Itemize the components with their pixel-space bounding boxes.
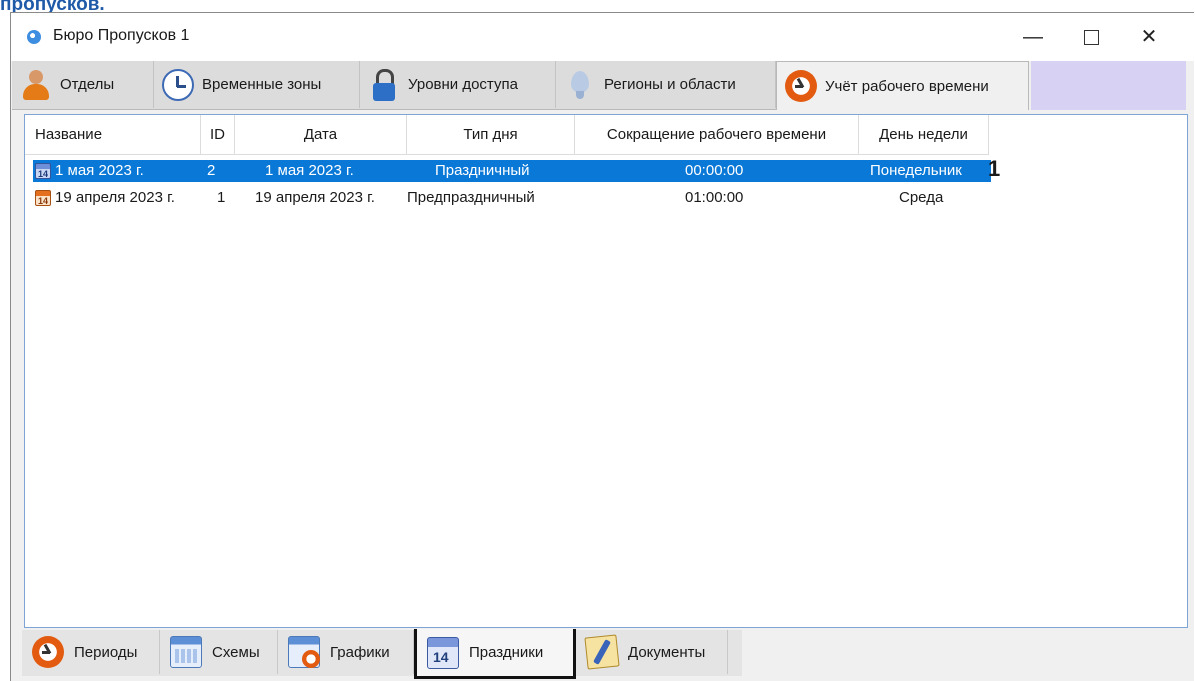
tab-label: Отделы	[60, 76, 115, 93]
tab-label: Праздники	[469, 644, 544, 661]
app-logo-icon	[27, 30, 41, 44]
cell-reduction: 00:00:00	[685, 162, 744, 179]
column-header-id[interactable]: ID	[201, 115, 235, 155]
window-title: Бюро Пропусков 1	[53, 27, 190, 44]
maximize-icon	[1083, 30, 1099, 46]
column-header-name[interactable]: Название	[25, 115, 201, 155]
person-icon	[20, 69, 52, 101]
tab-time-zones[interactable]: Временные зоны	[154, 61, 360, 108]
tab-label: Документы	[628, 643, 706, 661]
tab-worktime[interactable]: Учёт рабочего времени	[776, 61, 1029, 110]
close-button[interactable]: ✕	[1126, 21, 1172, 53]
holiday-icon	[427, 636, 459, 669]
tab-label: Уровни доступа	[408, 76, 518, 93]
cell-day-type: Праздничный	[435, 162, 530, 179]
documents-icon	[584, 634, 620, 670]
row-callout-marker: 1	[988, 156, 1001, 181]
cell-day-type: Предпраздничный	[407, 189, 535, 206]
cell-name: 1 мая 2023 г.	[55, 162, 144, 179]
tab-access-levels[interactable]: Уровни доступа	[360, 61, 556, 108]
title-bar: Бюро Пропусков 1 — ✕	[11, 13, 1194, 61]
clock-icon	[162, 68, 194, 101]
tab-periods[interactable]: Периоды	[22, 630, 160, 674]
region-icon	[564, 69, 596, 101]
holidays-table: Название ID Дата Тип дня Сокращение рабо…	[24, 114, 1188, 628]
column-header-reduction[interactable]: Сокращение рабочего времени	[575, 115, 859, 155]
tab-label: Схемы	[212, 643, 260, 661]
cell-date: 19 апреля 2023 г.	[255, 189, 375, 206]
minimize-button[interactable]: —	[1010, 21, 1056, 53]
tab-holidays[interactable]: Праздники	[414, 629, 576, 679]
cell-weekday: Понедельник	[870, 162, 962, 179]
tab-label: Графики	[330, 643, 390, 661]
column-header-date[interactable]: Дата	[235, 115, 407, 155]
calendar-orange-icon: 14	[35, 190, 51, 206]
top-tab-bar: Отделы Временные зоны Уровни доступа Рег…	[12, 61, 1029, 110]
column-header-weekday[interactable]: День недели	[859, 115, 989, 155]
tab-documents[interactable]: Документы	[576, 630, 728, 674]
periods-icon	[32, 636, 64, 668]
worktime-icon	[785, 70, 817, 102]
cell-weekday: Среда	[899, 189, 944, 206]
calendar-blue-icon: 14	[35, 163, 51, 179]
tab-label: Периоды	[74, 643, 138, 661]
maximize-button[interactable]	[1068, 21, 1114, 53]
table-row[interactable]: 14 1 мая 2023 г. 2 1 мая 2023 г. Праздни…	[33, 160, 991, 182]
tab-schemas[interactable]: Схемы	[160, 630, 278, 674]
lock-icon	[368, 68, 400, 101]
cell-name: 19 апреля 2023 г.	[55, 189, 175, 206]
tab-graphs[interactable]: Графики	[278, 630, 414, 674]
cell-id: 2	[207, 162, 216, 179]
tab-label: Учёт рабочего времени	[825, 77, 989, 95]
tab-bar-filler	[1031, 61, 1186, 110]
schema-icon	[170, 636, 202, 668]
bottom-tab-bar: Периоды Схемы Графики Праздники Документ…	[22, 629, 742, 679]
table-row[interactable]: 14 19 апреля 2023 г. 1 19 апреля 2023 г.…	[33, 187, 991, 209]
cell-id: 1	[217, 189, 226, 206]
graph-icon	[288, 636, 320, 668]
tab-label: Временные зоны	[202, 76, 322, 93]
cell-reduction: 01:00:00	[685, 189, 744, 206]
tab-regions[interactable]: Регионы и области	[556, 61, 776, 108]
cell-date: 1 мая 2023 г.	[265, 162, 354, 179]
tab-departments[interactable]: Отделы	[12, 61, 154, 108]
tab-label: Регионы и области	[604, 76, 736, 93]
column-header-day-type[interactable]: Тип дня	[407, 115, 575, 155]
